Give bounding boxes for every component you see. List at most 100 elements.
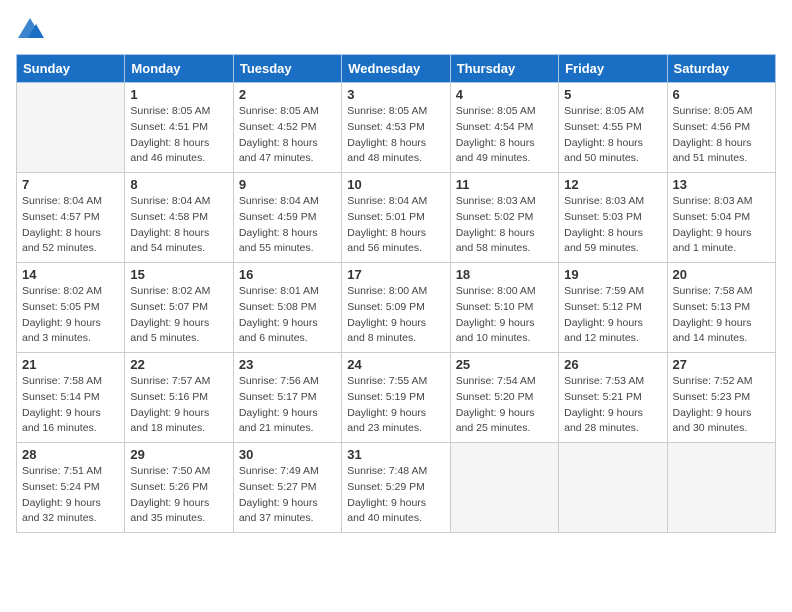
calendar-cell: 12 Sunrise: 8:03 AMSunset: 5:03 PMDayligh… bbox=[559, 173, 667, 263]
calendar-header-row: SundayMondayTuesdayWednesdayThursdayFrid… bbox=[17, 55, 776, 83]
day-info: Sunrise: 7:57 AMSunset: 5:16 PMDaylight:… bbox=[130, 374, 227, 437]
day-number: 18 bbox=[456, 267, 553, 282]
calendar-cell: 14Sunrise: 8:02 AMSunset: 5:05 PMDayligh… bbox=[17, 263, 125, 353]
calendar-week-row: 7 Sunrise: 8:04 AMSunset: 4:57 PMDaylight… bbox=[17, 173, 776, 263]
day-info: Sunrise: 8:00 AMSunset: 5:10 PMDaylight:… bbox=[456, 284, 553, 347]
col-header-sunday: Sunday bbox=[17, 55, 125, 83]
day-info: Sunrise: 7:58 AMSunset: 5:14 PMDaylight:… bbox=[22, 374, 119, 437]
day-number: 26 bbox=[564, 357, 661, 372]
day-info: Sunrise: 7:58 AMSunset: 5:13 PMDaylight:… bbox=[673, 284, 770, 347]
calendar-cell: 20Sunrise: 7:58 AMSunset: 5:13 PMDayligh… bbox=[667, 263, 775, 353]
calendar-week-row: 1 Sunrise: 8:05 AMSunset: 4:51 PMDaylight… bbox=[17, 83, 776, 173]
calendar-cell bbox=[559, 443, 667, 533]
calendar-cell: 21 Sunrise: 7:58 AMSunset: 5:14 PMDayligh… bbox=[17, 353, 125, 443]
calendar-table: SundayMondayTuesdayWednesdayThursdayFrid… bbox=[16, 54, 776, 533]
day-number: 30 bbox=[239, 447, 336, 462]
calendar-cell: 25 Sunrise: 7:54 AMSunset: 5:20 PMDayligh… bbox=[450, 353, 558, 443]
calendar-cell: 23Sunrise: 7:56 AMSunset: 5:17 PMDayligh… bbox=[233, 353, 341, 443]
day-number: 4 bbox=[456, 87, 553, 102]
calendar-cell: 28Sunrise: 7:51 AMSunset: 5:24 PMDayligh… bbox=[17, 443, 125, 533]
day-number: 5 bbox=[564, 87, 661, 102]
day-number: 16 bbox=[239, 267, 336, 282]
day-info: Sunrise: 7:50 AMSunset: 5:26 PMDaylight:… bbox=[130, 464, 227, 527]
day-number: 1 bbox=[130, 87, 227, 102]
day-info: Sunrise: 8:03 AMSunset: 5:04 PMDaylight:… bbox=[673, 194, 770, 257]
day-info: Sunrise: 8:02 AMSunset: 5:05 PMDaylight:… bbox=[22, 284, 119, 347]
day-number: 29 bbox=[130, 447, 227, 462]
calendar-cell: 11Sunrise: 8:03 AMSunset: 5:02 PMDayligh… bbox=[450, 173, 558, 263]
col-header-monday: Monday bbox=[125, 55, 233, 83]
day-info: Sunrise: 8:05 AMSunset: 4:54 PMDaylight:… bbox=[456, 104, 553, 167]
calendar-cell: 6 Sunrise: 8:05 AMSunset: 4:56 PMDaylight… bbox=[667, 83, 775, 173]
day-number: 17 bbox=[347, 267, 444, 282]
day-info: Sunrise: 7:51 AMSunset: 5:24 PMDaylight:… bbox=[22, 464, 119, 527]
calendar-cell: 30Sunrise: 7:49 AMSunset: 5:27 PMDayligh… bbox=[233, 443, 341, 533]
day-info: Sunrise: 8:02 AMSunset: 5:07 PMDaylight:… bbox=[130, 284, 227, 347]
day-number: 10 bbox=[347, 177, 444, 192]
calendar-cell: 3 Sunrise: 8:05 AMSunset: 4:53 PMDaylight… bbox=[342, 83, 450, 173]
day-number: 12 bbox=[564, 177, 661, 192]
day-info: Sunrise: 7:52 AMSunset: 5:23 PMDaylight:… bbox=[673, 374, 770, 437]
day-info: Sunrise: 8:05 AMSunset: 4:55 PMDaylight:… bbox=[564, 104, 661, 167]
day-info: Sunrise: 8:05 AMSunset: 4:52 PMDaylight:… bbox=[239, 104, 336, 167]
calendar-cell: 18 Sunrise: 8:00 AMSunset: 5:10 PMDayligh… bbox=[450, 263, 558, 353]
day-number: 22 bbox=[130, 357, 227, 372]
day-info: Sunrise: 8:05 AMSunset: 4:56 PMDaylight:… bbox=[673, 104, 770, 167]
col-header-friday: Friday bbox=[559, 55, 667, 83]
calendar-cell bbox=[17, 83, 125, 173]
col-header-thursday: Thursday bbox=[450, 55, 558, 83]
calendar-week-row: 14Sunrise: 8:02 AMSunset: 5:05 PMDayligh… bbox=[17, 263, 776, 353]
col-header-wednesday: Wednesday bbox=[342, 55, 450, 83]
calendar-cell: 29 Sunrise: 7:50 AMSunset: 5:26 PMDayligh… bbox=[125, 443, 233, 533]
day-number: 25 bbox=[456, 357, 553, 372]
calendar-cell: 27Sunrise: 7:52 AMSunset: 5:23 PMDayligh… bbox=[667, 353, 775, 443]
day-number: 3 bbox=[347, 87, 444, 102]
day-info: Sunrise: 8:01 AMSunset: 5:08 PMDaylight:… bbox=[239, 284, 336, 347]
calendar-cell: 19Sunrise: 7:59 AMSunset: 5:12 PMDayligh… bbox=[559, 263, 667, 353]
logo bbox=[16, 16, 46, 44]
calendar-cell: 4 Sunrise: 8:05 AMSunset: 4:54 PMDaylight… bbox=[450, 83, 558, 173]
day-number: 21 bbox=[22, 357, 119, 372]
day-info: Sunrise: 8:00 AMSunset: 5:09 PMDaylight:… bbox=[347, 284, 444, 347]
calendar-cell: 13 Sunrise: 8:03 AMSunset: 5:04 PMDayligh… bbox=[667, 173, 775, 263]
calendar-cell: 7 Sunrise: 8:04 AMSunset: 4:57 PMDaylight… bbox=[17, 173, 125, 263]
day-info: Sunrise: 8:04 AMSunset: 5:01 PMDaylight:… bbox=[347, 194, 444, 257]
calendar-cell: 5 Sunrise: 8:05 AMSunset: 4:55 PMDaylight… bbox=[559, 83, 667, 173]
calendar-cell: 17 Sunrise: 8:00 AMSunset: 5:09 PMDayligh… bbox=[342, 263, 450, 353]
page-header bbox=[16, 16, 776, 44]
calendar-cell: 10 Sunrise: 8:04 AMSunset: 5:01 PMDayligh… bbox=[342, 173, 450, 263]
day-info: Sunrise: 8:04 AMSunset: 4:59 PMDaylight:… bbox=[239, 194, 336, 257]
calendar-cell: 31 Sunrise: 7:48 AMSunset: 5:29 PMDayligh… bbox=[342, 443, 450, 533]
calendar-cell: 2 Sunrise: 8:05 AMSunset: 4:52 PMDaylight… bbox=[233, 83, 341, 173]
col-header-saturday: Saturday bbox=[667, 55, 775, 83]
calendar-cell: 16 Sunrise: 8:01 AMSunset: 5:08 PMDayligh… bbox=[233, 263, 341, 353]
day-number: 6 bbox=[673, 87, 770, 102]
day-number: 24 bbox=[347, 357, 444, 372]
day-info: Sunrise: 7:53 AMSunset: 5:21 PMDaylight:… bbox=[564, 374, 661, 437]
day-number: 13 bbox=[673, 177, 770, 192]
calendar-cell: 22 Sunrise: 7:57 AMSunset: 5:16 PMDayligh… bbox=[125, 353, 233, 443]
day-number: 15 bbox=[130, 267, 227, 282]
day-info: Sunrise: 7:54 AMSunset: 5:20 PMDaylight:… bbox=[456, 374, 553, 437]
col-header-tuesday: Tuesday bbox=[233, 55, 341, 83]
calendar-cell bbox=[667, 443, 775, 533]
day-info: Sunrise: 8:05 AMSunset: 4:53 PMDaylight:… bbox=[347, 104, 444, 167]
calendar-cell: 1 Sunrise: 8:05 AMSunset: 4:51 PMDaylight… bbox=[125, 83, 233, 173]
day-info: Sunrise: 8:05 AMSunset: 4:51 PMDaylight:… bbox=[130, 104, 227, 167]
calendar-cell: 8Sunrise: 8:04 AMSunset: 4:58 PMDaylight… bbox=[125, 173, 233, 263]
calendar-cell: 9Sunrise: 8:04 AMSunset: 4:59 PMDaylight… bbox=[233, 173, 341, 263]
day-number: 7 bbox=[22, 177, 119, 192]
day-number: 11 bbox=[456, 177, 553, 192]
day-info: Sunrise: 8:03 AMSunset: 5:03 PMDaylight:… bbox=[564, 194, 661, 257]
logo-icon bbox=[16, 16, 44, 44]
day-info: Sunrise: 8:04 AMSunset: 4:57 PMDaylight:… bbox=[22, 194, 119, 257]
day-info: Sunrise: 7:55 AMSunset: 5:19 PMDaylight:… bbox=[347, 374, 444, 437]
calendar-cell: 15 Sunrise: 8:02 AMSunset: 5:07 PMDayligh… bbox=[125, 263, 233, 353]
calendar-cell: 26 Sunrise: 7:53 AMSunset: 5:21 PMDayligh… bbox=[559, 353, 667, 443]
calendar-week-row: 21 Sunrise: 7:58 AMSunset: 5:14 PMDayligh… bbox=[17, 353, 776, 443]
day-info: Sunrise: 7:48 AMSunset: 5:29 PMDaylight:… bbox=[347, 464, 444, 527]
day-info: Sunrise: 7:59 AMSunset: 5:12 PMDaylight:… bbox=[564, 284, 661, 347]
day-number: 31 bbox=[347, 447, 444, 462]
calendar-cell: 24 Sunrise: 7:55 AMSunset: 5:19 PMDayligh… bbox=[342, 353, 450, 443]
day-number: 2 bbox=[239, 87, 336, 102]
